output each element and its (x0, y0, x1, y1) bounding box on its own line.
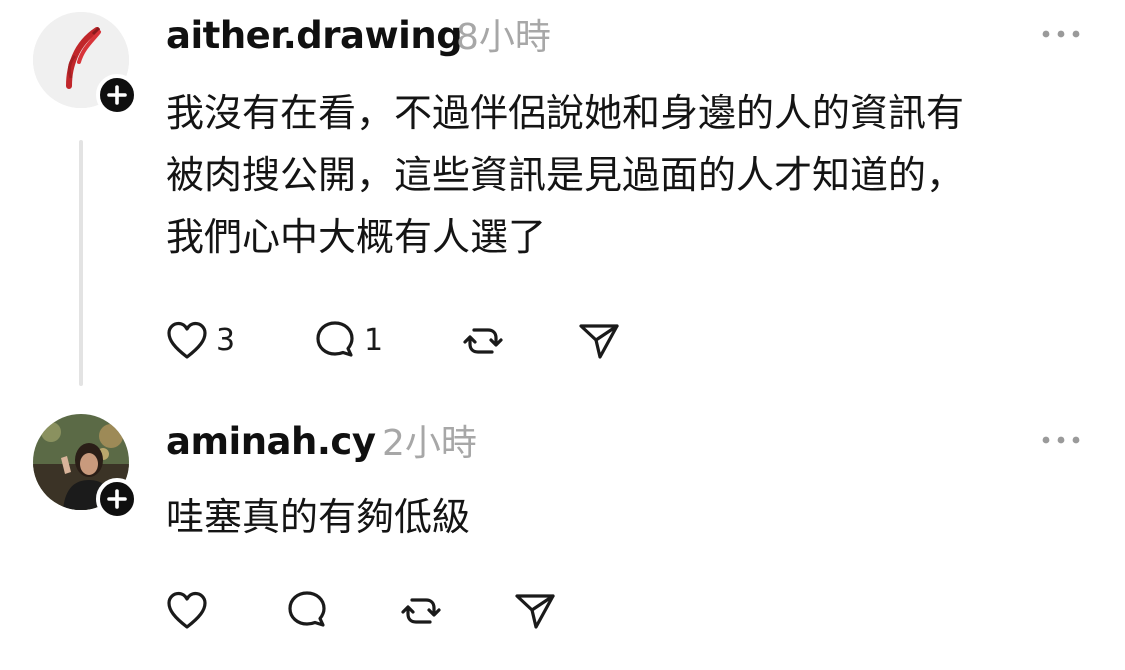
post-text-line: 哇塞真的有夠低級 (166, 495, 471, 539)
send-icon (579, 324, 619, 359)
repost-button[interactable] (460, 316, 506, 366)
like-button[interactable] (164, 586, 216, 636)
thread-line (79, 140, 83, 386)
more-options-button[interactable] (1038, 430, 1084, 450)
follow-badge[interactable] (96, 478, 138, 520)
username[interactable]: aither.drawing (166, 14, 463, 58)
post-text-line: 我沒有在看，不過伴侶說她和身邊的人的資訊有 (166, 91, 965, 135)
post-text-line: 我們心中大概有人選了 (166, 215, 547, 259)
timestamp: 8小時 (456, 17, 551, 58)
username[interactable]: aminah.cy (166, 420, 376, 464)
repost-icon (463, 328, 503, 354)
heart-icon (167, 321, 207, 359)
more-options-button[interactable] (1038, 24, 1084, 44)
repost-icon (401, 598, 441, 624)
timestamp: 2小時 (382, 423, 477, 464)
reply-button[interactable] (284, 586, 336, 636)
follow-badge[interactable] (96, 74, 138, 116)
comment-bubble-icon (316, 321, 354, 357)
heart-icon (167, 591, 207, 629)
share-button[interactable] (576, 316, 622, 366)
more-horizontal-icon (1042, 436, 1080, 444)
repost-button[interactable] (398, 586, 444, 636)
reply-button[interactable]: 1 (312, 316, 383, 366)
post-text-line: 被肉搜公開，這些資訊是見過面的人才知道的， (166, 153, 965, 197)
plus-icon (107, 85, 127, 105)
like-button[interactable]: 3 (164, 316, 235, 366)
reply-count: 1 (364, 323, 384, 358)
send-icon (515, 594, 555, 629)
share-button[interactable] (512, 586, 558, 636)
more-horizontal-icon (1042, 30, 1080, 38)
plus-icon (107, 489, 127, 509)
like-count: 3 (216, 323, 236, 358)
comment-bubble-icon (288, 591, 326, 627)
